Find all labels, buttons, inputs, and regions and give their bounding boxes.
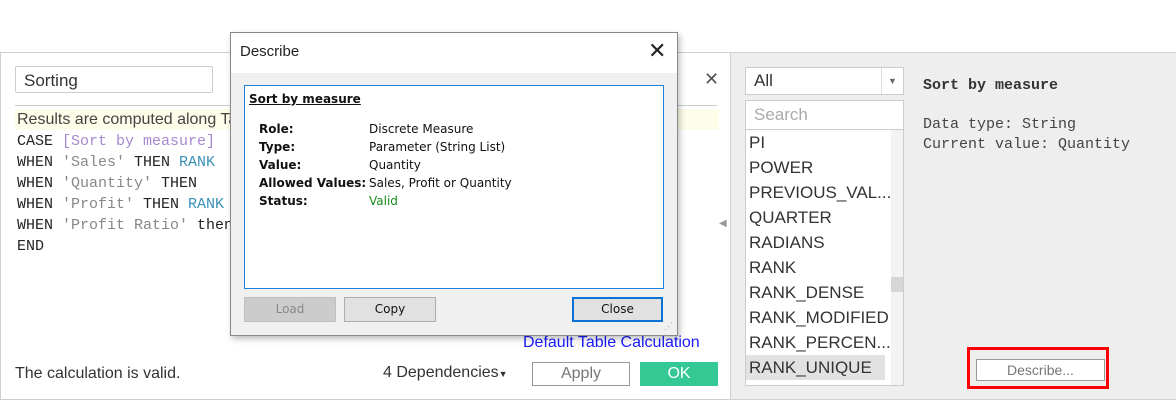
function-list-item[interactable]: RANK_DENSE: [746, 280, 885, 305]
row-label: Value:: [259, 158, 302, 172]
formula-editor[interactable]: CASE [Sort by measure] WHEN 'Sales' THEN …: [17, 131, 233, 257]
function-list-item[interactable]: RANK_MODIFIED: [746, 305, 889, 330]
code-line: CASE [Sort by measure]: [17, 131, 233, 152]
row-value: Valid: [369, 194, 398, 208]
row-value: Discrete Measure: [369, 122, 474, 136]
code-line: WHEN 'Quantity' THEN: [17, 173, 233, 194]
scrollbar[interactable]: [891, 130, 903, 385]
describe-dialog: Describe ✕ Sort by measure Role: Discrete…: [230, 32, 678, 336]
scrollbar-thumb[interactable]: [891, 277, 903, 292]
code-token: WHEN: [17, 175, 63, 192]
category-value: All: [754, 71, 773, 90]
function-search-input[interactable]: Search: [745, 100, 904, 130]
copy-button[interactable]: Copy: [344, 297, 436, 322]
function-list-item[interactable]: RECENT_EXTR...: [746, 380, 888, 385]
calc-name-input[interactable]: Sorting: [15, 66, 213, 93]
function-list-item[interactable]: RANK: [746, 255, 885, 280]
row-value: Sales, Profit or Quantity: [369, 176, 512, 190]
category-select[interactable]: All ▼: [745, 67, 904, 95]
function-list-item[interactable]: PI: [746, 130, 885, 155]
function-detail-info: Data type: String Current value: Quantit…: [923, 116, 1131, 153]
function-list: PI POWER PREVIOUS_VAL... QUARTER RADIANS RANK…: [745, 130, 904, 386]
function-detail-title: Sort by measure: [923, 77, 1059, 94]
code-token: THEN: [152, 175, 207, 192]
code-line: END: [17, 236, 233, 257]
code-token: 'Profit': [62, 196, 135, 213]
code-token: THEN: [134, 196, 189, 213]
dependencies-dropdown[interactable]: 4 Dependencies▼: [383, 364, 508, 382]
function-panel: All ▼ Search PI POWER PREVIOUS_VAL... QUARTE…: [730, 52, 1176, 400]
code-token: then: [188, 217, 234, 234]
code-line: WHEN 'Profit' THEN RANK: [17, 194, 233, 215]
row-label: Allowed Values:: [259, 176, 367, 190]
validation-status: The calculation is valid.: [15, 365, 181, 382]
load-button[interactable]: Load: [244, 297, 336, 322]
function-list-item[interactable]: RADIANS: [746, 230, 885, 255]
close-icon[interactable]: ✕: [704, 69, 719, 90]
code-token: 'Profit Ratio': [62, 217, 189, 234]
function-list-item[interactable]: RANK_UNIQUE: [746, 355, 885, 380]
close-button[interactable]: Close: [572, 297, 663, 322]
row-label: Role:: [259, 122, 294, 136]
code-token: WHEN: [17, 196, 63, 213]
dialog-title: Describe: [240, 43, 300, 60]
row-label: Status:: [259, 194, 308, 208]
row-label: Type:: [259, 140, 296, 154]
apply-button[interactable]: Apply: [532, 362, 630, 386]
description-box: Sort by measure Role: Discrete Measure Typ…: [244, 85, 664, 289]
code-token: THEN: [125, 154, 180, 171]
code-token: RANK: [179, 154, 216, 171]
code-line: WHEN 'Profit Ratio' then: [17, 215, 233, 236]
dependencies-label: 4 Dependencies: [383, 364, 499, 381]
function-list-item[interactable]: QUARTER: [746, 205, 885, 230]
row-value: Parameter (String List): [369, 140, 506, 154]
code-token: RANK: [188, 196, 225, 213]
chevron-down-icon: ▼: [881, 68, 903, 94]
code-token: CASE: [17, 133, 63, 150]
collapse-arrow-icon[interactable]: ◀: [719, 218, 727, 229]
code-line: WHEN 'Sales' THEN RANK: [17, 152, 233, 173]
code-token: WHEN: [17, 154, 63, 171]
code-token: 'Quantity': [62, 175, 153, 192]
resize-grip-icon[interactable]: ⋰: [664, 321, 673, 332]
function-list-item[interactable]: PREVIOUS_VAL...: [746, 180, 891, 205]
code-token: WHEN: [17, 217, 63, 234]
code-token: [Sort by measure]: [62, 133, 216, 150]
description-heading: Sort by measure: [249, 92, 361, 106]
function-list-item[interactable]: POWER: [746, 155, 885, 180]
describe-button[interactable]: Describe...: [976, 359, 1105, 381]
ok-button[interactable]: OK: [640, 362, 718, 386]
default-table-calculation-link[interactable]: Default Table Calculation: [523, 334, 700, 352]
code-token: 'Sales': [62, 154, 126, 171]
caret-down-icon: ▼: [498, 369, 508, 379]
row-value: Quantity: [369, 158, 421, 172]
function-list-item[interactable]: RANK_PERCEN...: [746, 330, 891, 355]
code-token: END: [17, 238, 45, 255]
close-icon[interactable]: ✕: [648, 38, 666, 64]
